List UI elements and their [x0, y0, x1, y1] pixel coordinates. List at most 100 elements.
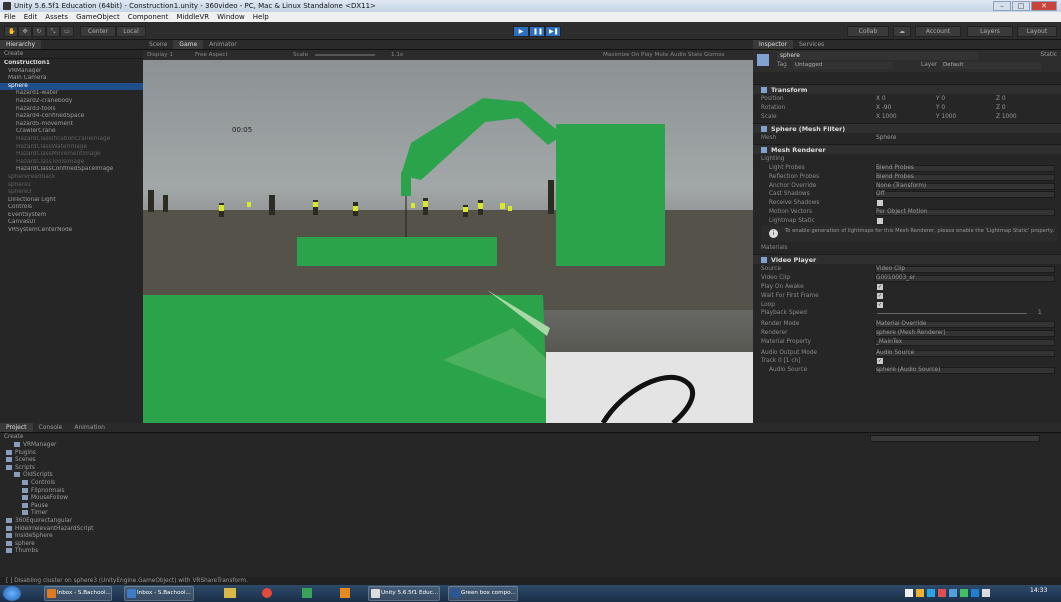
hierarchy-item[interactable]: HazardClassMovementImage: [0, 151, 143, 159]
hierarchy-item[interactable]: VRSystemCenterNode: [0, 227, 143, 235]
project-item[interactable]: MouseFollow: [2, 495, 1061, 503]
project-item[interactable]: Plugins: [2, 449, 1061, 458]
maximize-button[interactable]: □: [1012, 1, 1030, 11]
hierarchy-create-button[interactable]: Create: [0, 50, 143, 59]
taskbar-unity[interactable]: Unity 5.6.5f1 Educ...: [368, 586, 440, 601]
rotate-tool-icon[interactable]: ↻: [32, 26, 46, 37]
menu-component[interactable]: Component: [128, 12, 169, 22]
tab-hierarchy[interactable]: Hierarchy: [0, 40, 42, 49]
field-input[interactable]: [875, 191, 1055, 199]
object-name-field[interactable]: sphere: [777, 52, 977, 60]
project-item[interactable]: Scripts: [2, 464, 1061, 473]
display-dropdown[interactable]: Display 1: [147, 50, 173, 60]
hierarchy-item[interactable]: hazard3-tools: [0, 106, 143, 114]
tab-game[interactable]: Game: [173, 40, 204, 49]
playback-speed-value[interactable]: 1: [1038, 309, 1042, 318]
static-checkbox[interactable]: Static: [1040, 52, 1057, 58]
pause-button-icon[interactable]: ❚❚: [529, 26, 545, 37]
vector-z-field[interactable]: Z 1000: [996, 113, 1017, 122]
minimize-button[interactable]: –: [993, 1, 1011, 11]
explorer-icon[interactable]: [224, 588, 236, 598]
layout-dropdown[interactable]: Layout: [1017, 26, 1057, 37]
hierarchy-item[interactable]: hazard2-cranebody: [0, 98, 143, 106]
menu-assets[interactable]: Assets: [45, 12, 68, 22]
media-player-icon[interactable]: [302, 588, 312, 598]
checkbox[interactable]: ✓: [877, 358, 883, 365]
tab-animation[interactable]: Animation: [68, 423, 111, 432]
project-item[interactable]: Flipnormals: [2, 487, 1061, 496]
hierarchy-item[interactable]: sphereFeedback: [0, 174, 143, 182]
hierarchy-item[interactable]: sphere1: [0, 182, 143, 190]
project-search-input[interactable]: [870, 435, 1040, 442]
playback-speed-slider[interactable]: [877, 313, 1027, 315]
project-item[interactable]: HideIrrelevantHazardScript: [2, 525, 1061, 534]
rect-tool-icon[interactable]: ▭: [60, 26, 74, 37]
hierarchy-item[interactable]: Main Camera: [0, 75, 143, 83]
hierarchy-item[interactable]: Directional Light: [0, 197, 143, 205]
tray-icon[interactable]: [916, 589, 924, 597]
start-button-icon[interactable]: [3, 586, 21, 601]
play-button-icon[interactable]: ▶: [513, 26, 529, 37]
scale-tool-icon[interactable]: ⤡: [46, 26, 60, 37]
collab-button[interactable]: Collab: [847, 26, 889, 37]
tab-scene[interactable]: Scene: [143, 40, 173, 49]
tab-animator[interactable]: Animator: [203, 40, 243, 49]
vector-y-field[interactable]: Y 0: [936, 95, 945, 104]
cloud-icon[interactable]: ☁: [893, 26, 911, 37]
hierarchy-item[interactable]: CanvasUI: [0, 219, 143, 227]
menu-middlevr[interactable]: MiddleVR: [176, 12, 209, 22]
taskbar-outlook-1[interactable]: Inbox - S.Bachool...: [44, 586, 112, 601]
checkbox[interactable]: ✓: [877, 292, 883, 299]
game-viewport[interactable]: 00:05: [143, 60, 753, 423]
project-item[interactable]: InsideSphere: [2, 533, 1061, 541]
menu-gameobject[interactable]: GameObject: [76, 12, 120, 22]
mesh-renderer-component-header[interactable]: Mesh Renderer: [753, 144, 1061, 155]
project-item[interactable]: Thumbs: [2, 548, 1061, 556]
layers-dropdown[interactable]: Layers: [967, 26, 1013, 37]
menu-edit[interactable]: Edit: [24, 12, 38, 22]
project-item[interactable]: VRManager: [2, 442, 1061, 450]
aspect-dropdown[interactable]: Free Aspect: [195, 50, 228, 60]
vector-x-field[interactable]: X 0: [876, 95, 886, 104]
layer-dropdown[interactable]: Default: [941, 62, 1041, 69]
vector-x-field[interactable]: X -90: [876, 104, 891, 113]
vector-z-field[interactable]: Z 0: [996, 95, 1006, 104]
hierarchy-item[interactable]: hazard4-confinedSpace: [0, 113, 143, 121]
volume-icon[interactable]: [982, 589, 990, 597]
tray-icon[interactable]: [949, 589, 957, 597]
tray-icon[interactable]: [938, 589, 946, 597]
status-message[interactable]: [ ] Disabling cluster on sphere3 (UnityE…: [6, 578, 248, 584]
video-player-component-header[interactable]: Video Player: [753, 254, 1061, 265]
project-item[interactable]: 360Equirectangular: [2, 517, 1061, 526]
taskbar-word[interactable]: Green box compo...: [448, 586, 518, 601]
tray-icon[interactable]: [960, 589, 968, 597]
hierarchy-item[interactable]: HazardClassConfinedSpaceImage: [0, 166, 143, 174]
close-button[interactable]: ✕: [1031, 1, 1057, 11]
app-icon[interactable]: [340, 588, 350, 598]
tray-icon[interactable]: [927, 589, 935, 597]
menu-help[interactable]: Help: [253, 12, 269, 22]
project-item[interactable]: OldScripts: [2, 472, 1061, 480]
project-item[interactable]: sphere: [2, 540, 1061, 549]
hierarchy-item[interactable]: HazardClassWaterImage: [0, 144, 143, 152]
chrome-icon[interactable]: [262, 588, 272, 598]
hierarchy-item[interactable]: CrawlerCrane: [0, 128, 143, 136]
account-dropdown[interactable]: Account: [915, 26, 961, 37]
vector-y-field[interactable]: Y 0: [936, 104, 945, 113]
checkbox[interactable]: ✓: [877, 284, 883, 290]
hierarchy-item[interactable]: hazard1-water: [0, 90, 143, 98]
checkbox[interactable]: [877, 217, 883, 224]
hierarchy-item[interactable]: Construction1: [0, 60, 143, 68]
menu-file[interactable]: File: [4, 12, 16, 22]
vector-y-field[interactable]: Y 1000: [936, 113, 956, 122]
project-item[interactable]: Timer: [2, 510, 1061, 518]
network-icon[interactable]: [971, 589, 979, 597]
pivot-center-toggle[interactable]: Center: [80, 26, 116, 37]
project-item[interactable]: Pause: [2, 502, 1061, 511]
hierarchy-item[interactable]: hazard5-movement: [0, 121, 143, 129]
tray-icon[interactable]: [905, 589, 913, 597]
hierarchy-item[interactable]: sphere3: [0, 189, 143, 197]
hand-tool-icon[interactable]: ✋: [4, 26, 18, 37]
project-item[interactable]: Scenes: [2, 457, 1061, 465]
tag-dropdown[interactable]: Untagged: [793, 62, 893, 69]
